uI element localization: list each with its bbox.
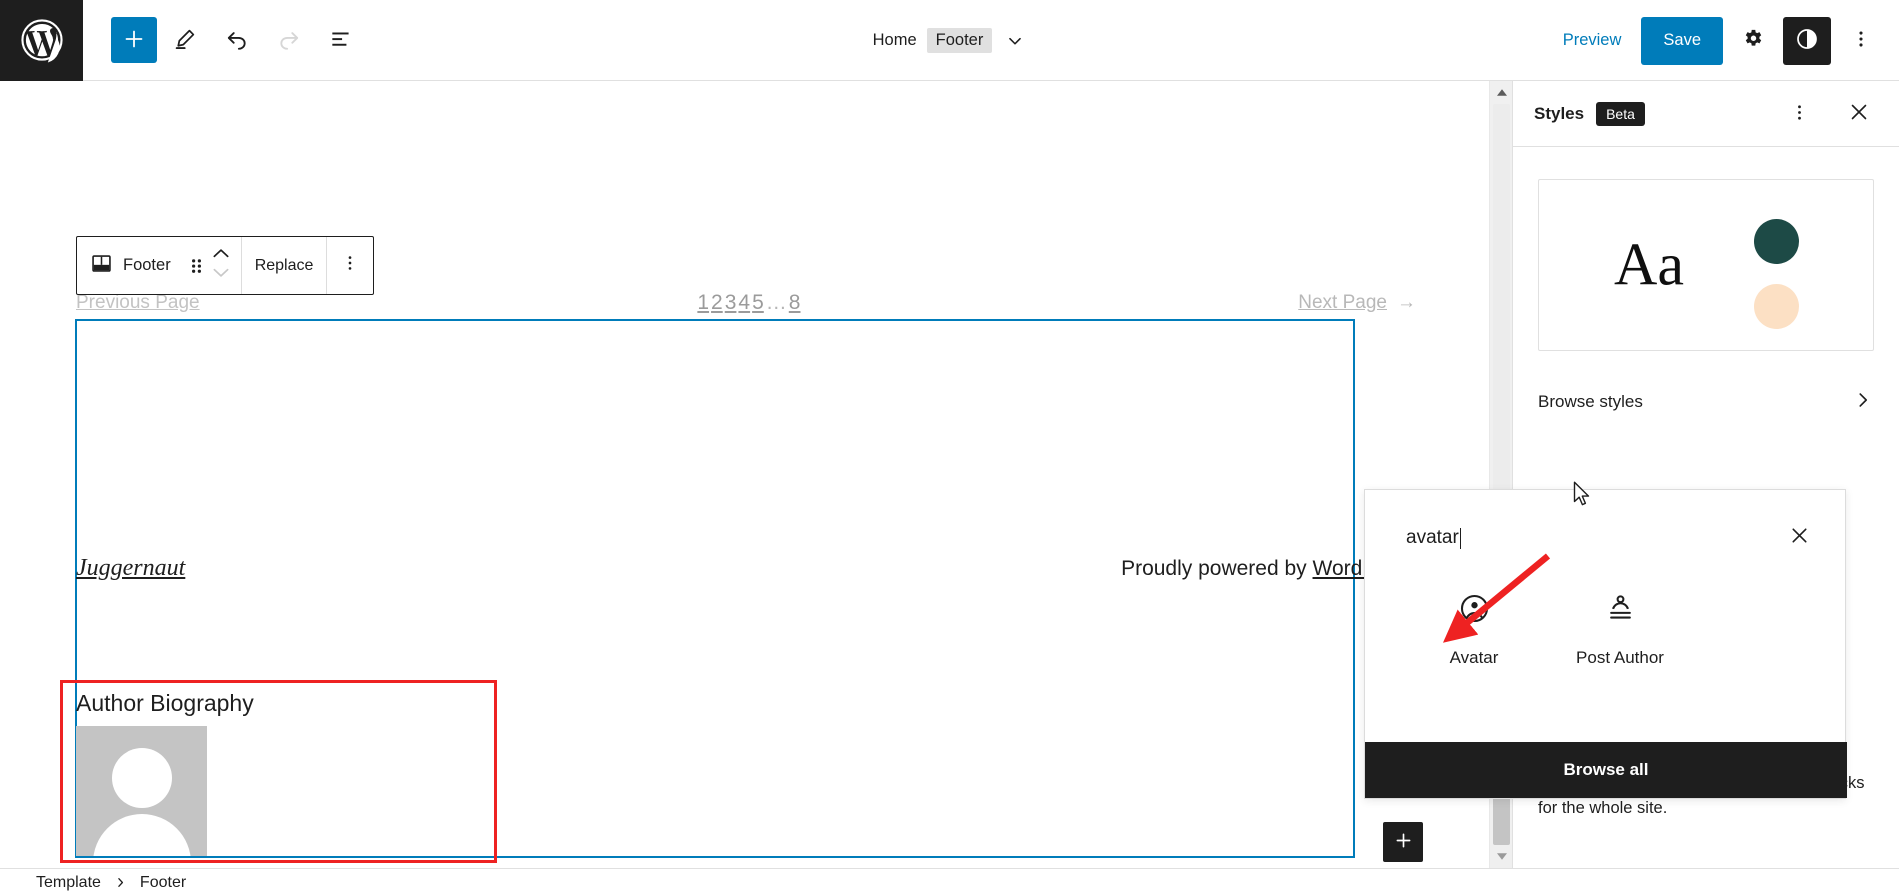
editor-canvas[interactable]: Previous Page 1 2 3 4 5 … 8 Next Page → … <box>0 81 1512 868</box>
block-inserter-popover: avatar Avatar Post Author Browse all <box>1364 489 1847 799</box>
drag-handle-icon[interactable] <box>184 254 209 277</box>
pagination-next-label: Next Page <box>1298 292 1387 313</box>
document-bar[interactable]: Home Footer <box>873 28 1027 53</box>
inserter-search-row: avatar <box>1365 490 1845 586</box>
block-appender-button[interactable] <box>1383 822 1423 862</box>
breadcrumb-item-template[interactable]: Template <box>36 874 101 892</box>
wordpress-site-editor: Home Footer Preview Save Previous Page 1… <box>0 0 1899 896</box>
scroll-up-arrow-icon[interactable] <box>1490 81 1513 104</box>
powered-by-prefix: Proudly powered by <box>1121 557 1313 580</box>
kebab-menu-icon <box>1789 102 1810 126</box>
beta-badge: Beta <box>1596 101 1645 126</box>
chevron-right-icon <box>114 876 127 889</box>
inserter-search-value: avatar <box>1406 527 1459 548</box>
block-type-label: Footer <box>123 256 171 274</box>
browse-styles-row[interactable]: Browse styles <box>1538 379 1874 425</box>
undo-icon <box>224 26 250 55</box>
header-right-toolbar: Preview Save <box>1549 0 1885 81</box>
settings-button[interactable] <box>1729 17 1777 65</box>
block-type-button[interactable]: Footer <box>77 237 184 294</box>
avatar-body-shape <box>92 814 191 856</box>
block-toolbar-primary-group: Footer <box>77 237 242 294</box>
edit-mode-button[interactable] <box>161 16 209 64</box>
undo-button[interactable] <box>213 16 261 64</box>
kebab-menu-icon <box>340 252 360 279</box>
list-view-icon <box>328 26 354 55</box>
redo-icon <box>276 26 302 55</box>
chevron-right-icon <box>1852 389 1874 416</box>
inserter-results-grid: Avatar Post Author <box>1365 586 1845 678</box>
style-swatch-primary <box>1754 219 1799 264</box>
chevron-down-icon[interactable] <box>211 266 231 285</box>
inserter-block-label: Avatar <box>1449 648 1499 667</box>
close-icon <box>1788 524 1811 552</box>
save-button[interactable]: Save <box>1641 16 1723 65</box>
pagination-next[interactable]: Next Page → <box>1298 292 1416 314</box>
pencil-icon <box>172 26 198 55</box>
styles-sidebar-header: Styles Beta <box>1513 81 1899 147</box>
chevron-up-icon[interactable] <box>211 246 231 265</box>
header-left-toolbar <box>83 16 365 64</box>
footer-block-content: Juggernaut Proudly powered by WordPress <box>76 555 1416 582</box>
pagination-numbers: 1 2 3 4 5 … 8 <box>696 291 801 315</box>
site-title-link[interactable]: Juggernaut <box>76 555 185 582</box>
preview-button[interactable]: Preview <box>1549 23 1636 58</box>
browse-styles-label: Browse styles <box>1538 392 1643 411</box>
pagination-ellipsis: … <box>765 291 787 314</box>
breadcrumb: Template Footer <box>0 868 1899 896</box>
browse-all-button[interactable]: Browse all <box>1365 742 1847 798</box>
more-options-button[interactable] <box>1837 17 1885 65</box>
pagination-number-2[interactable]: 2 <box>710 291 724 315</box>
styles-sidebar-title: Styles <box>1534 103 1585 123</box>
list-view-button[interactable] <box>317 16 365 64</box>
block-toolbar: Footer Replace <box>76 236 375 295</box>
post-author-icon <box>1604 592 1637 630</box>
styles-more-options-button[interactable] <box>1775 90 1823 138</box>
avatar-icon <box>1458 592 1491 630</box>
chevron-down-icon[interactable] <box>1004 30 1026 52</box>
document-bar-title: Footer <box>926 28 993 53</box>
inserter-block-post-author[interactable]: Post Author <box>1547 586 1693 678</box>
pagination-number-3[interactable]: 3 <box>724 291 738 315</box>
block-options-button[interactable] <box>327 237 373 294</box>
pagination-number-5[interactable]: 5 <box>751 291 765 315</box>
clear-search-button[interactable] <box>1782 518 1817 558</box>
arrow-right-icon: → <box>1397 292 1416 313</box>
inserter-block-avatar[interactable]: Avatar <box>1401 586 1547 678</box>
pagination-number-1[interactable]: 1 <box>696 291 710 315</box>
add-block-button[interactable] <box>111 17 157 63</box>
block-movers <box>209 246 241 285</box>
plus-icon <box>122 27 146 54</box>
wordpress-logo-icon <box>19 17 65 63</box>
text-caret <box>1459 527 1461 549</box>
close-styles-sidebar-button[interactable] <box>1835 90 1883 138</box>
scroll-down-arrow-icon[interactable] <box>1490 845 1513 868</box>
styles-button[interactable] <box>1783 16 1831 65</box>
close-icon <box>1847 100 1871 127</box>
breadcrumb-item-footer[interactable]: Footer <box>140 874 186 892</box>
redo-button[interactable] <box>265 16 313 64</box>
document-bar-home: Home <box>872 31 917 49</box>
avatar-placeholder-icon[interactable] <box>76 726 207 856</box>
style-swatch-secondary <box>1754 284 1799 329</box>
author-biography-heading: Author Biography <box>76 690 254 716</box>
inserter-block-label: Post Author <box>1576 648 1664 667</box>
replace-button[interactable]: Replace <box>242 237 327 294</box>
style-preview-typography: Aa <box>1614 231 1684 298</box>
gear-icon <box>1741 27 1766 55</box>
wordpress-logo-button[interactable] <box>0 0 83 81</box>
block-toolbar-replace-group: Replace <box>242 237 328 294</box>
pagination-number-4[interactable]: 4 <box>737 291 751 315</box>
kebab-menu-icon <box>1850 28 1872 53</box>
inserter-search-input[interactable]: avatar <box>1406 527 1772 549</box>
pagination-number-last[interactable]: 8 <box>788 291 802 315</box>
footer-block-icon <box>90 252 113 280</box>
plus-icon <box>1393 830 1414 854</box>
avatar-head-shape <box>111 748 172 808</box>
contrast-icon <box>1794 26 1820 55</box>
pagination-previous[interactable]: Previous Page <box>76 292 200 314</box>
block-toolbar-options-group <box>327 237 373 294</box>
editor-header: Home Footer Preview Save <box>0 0 1899 81</box>
style-preview-card[interactable]: Aa <box>1538 179 1874 351</box>
